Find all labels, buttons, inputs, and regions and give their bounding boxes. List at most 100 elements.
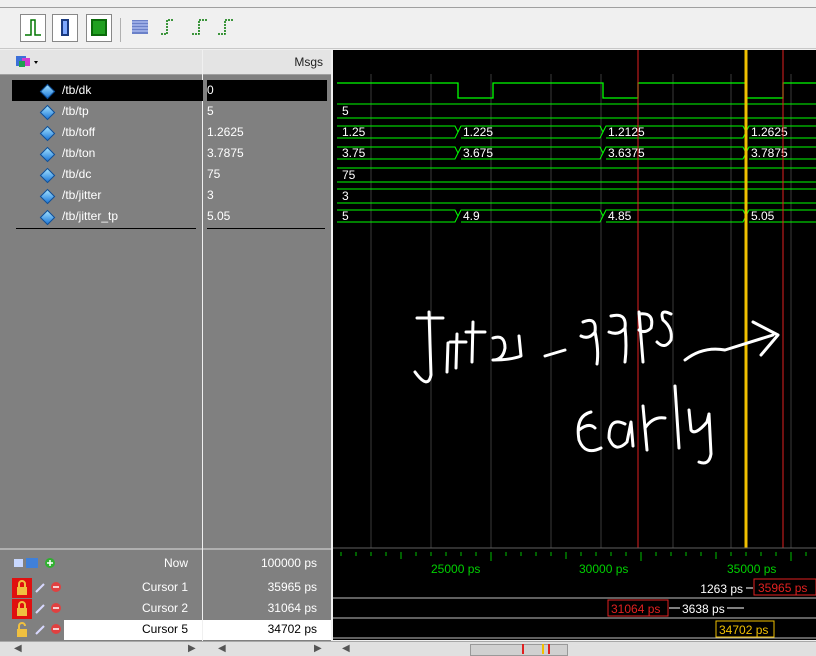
signal-row[interactable]: /tb/toff (36, 122, 196, 143)
signal-diamond-icon (39, 146, 56, 163)
signal-list-end-line (16, 228, 196, 229)
wave-label-dc-0: 75 (342, 168, 356, 182)
msgs-column-title: Msgs (294, 55, 323, 69)
timeline-tick-30000: 30000 ps (579, 562, 628, 576)
signal-name: /tb/tp (62, 104, 89, 118)
wave-label-jitter-tp-0: 5 (342, 209, 349, 223)
name-pane-header (0, 50, 202, 75)
wave-dc[interactable] (337, 167, 816, 183)
wave-label-tp-0: 5 (342, 104, 349, 118)
waveform-canvas[interactable]: 5 1.25 1.225 1.2125 1.2625 3.75 3.675 3.… (333, 50, 816, 640)
cursor-5-label[interactable]: Cursor 5 (100, 622, 188, 636)
signal-diamond-icon (39, 209, 56, 226)
wave-palette-icon[interactable] (16, 55, 42, 72)
cursor-2-label: Cursor 2 (141, 601, 188, 615)
signal-value: 3.7875 (207, 146, 244, 160)
value-list-end-line (207, 228, 325, 229)
signal-diamond-icon (39, 104, 56, 121)
cursor-2-value: 31064 ps (267, 601, 317, 615)
wave-toff[interactable] (337, 125, 816, 139)
signal-value: 75 (207, 167, 221, 181)
signal-row[interactable]: /tb/tp (36, 101, 196, 122)
wave-tp[interactable] (337, 103, 816, 119)
cursor-value-area: 100000 ps 35965 ps 31064 ps 34702 ps (203, 548, 331, 642)
now-value: 100000 ps (260, 556, 317, 570)
cursor-1-tag-text: 35965 ps (758, 581, 807, 595)
signal-name: /tb/toff (62, 125, 96, 139)
now-toolbar-icons[interactable] (14, 556, 60, 573)
wave-label-jitter-tp-3: 5.05 (751, 209, 775, 223)
delta-c2-label: 3638 ps (682, 602, 725, 616)
signal-value: 0 (207, 80, 327, 101)
waveform-pane[interactable]: 5 1.25 1.225 1.2125 1.2625 3.75 3.675 3.… (333, 50, 816, 640)
scroll-cursor-2-marker (522, 644, 524, 654)
cursor-2-tag-text: 31064 ps (611, 602, 660, 616)
cursor-status-area: Now Cursor 1 Cursor 2 Cursor 5 (0, 548, 202, 642)
signal-row[interactable]: /tb/jitter_tp (36, 206, 196, 227)
scroll-left-icon-3[interactable]: ◀ (342, 643, 350, 654)
wave-label-ton-1: 3.675 (463, 146, 493, 160)
bottom-scrollbar[interactable]: ◀ ▶ ◀ ▶ ◀ (0, 641, 816, 656)
now-label: Now (163, 556, 188, 570)
cursor-1-tools-icon[interactable] (34, 580, 64, 597)
wave-label-jitter-tp-2: 4.85 (608, 209, 632, 223)
signal-name: /tb/jitter_tp (62, 209, 119, 223)
wave-format-literal-icon[interactable] (20, 14, 46, 42)
timeline-tick-25000: 25000 ps (431, 562, 480, 576)
wave-pattern-icon[interactable] (128, 14, 152, 40)
wave-label-jitter-tp-1: 4.9 (463, 209, 480, 223)
wave-ton[interactable] (337, 146, 816, 160)
signal-diamond-icon (39, 125, 56, 142)
wave-format-analog-icon[interactable] (86, 14, 112, 42)
scroll-right-icon[interactable]: ▶ (188, 643, 196, 654)
signal-name-pane: /tb/dk/tb/tp/tb/toff/tb/ton/tb/dc/tb/jit… (0, 50, 328, 642)
scroll-cursor-5-marker (542, 644, 544, 654)
time-grid (370, 74, 792, 548)
scroll-left-icon-2[interactable]: ◀ (218, 643, 226, 654)
signal-row[interactable]: /tb/dk (36, 80, 196, 101)
cursor-2-tools-icon[interactable] (34, 601, 64, 618)
fall-edge-icon[interactable] (214, 14, 238, 40)
cursor-2-lock-icon[interactable] (12, 599, 32, 619)
signal-name: /tb/dc (62, 167, 92, 181)
scroll-thumb[interactable] (470, 644, 568, 656)
cursor-1-value: 35965 ps (267, 580, 317, 594)
wave-toolbar (0, 8, 816, 49)
signal-value: 5 (207, 104, 214, 118)
signal-row[interactable]: /tb/ton (36, 143, 196, 164)
signal-row[interactable]: /tb/dc (36, 164, 196, 185)
handwritten-annotation (413, 310, 780, 465)
delta-c1-label: 1263 ps (700, 582, 743, 596)
signal-name: /tb/jitter (62, 188, 102, 202)
cursor-5-value: 34702 ps (267, 622, 317, 636)
toolbar-separator (120, 18, 121, 42)
wave-format-logic-icon[interactable] (52, 14, 78, 42)
wave-label-toff-3: 1.2625 (751, 125, 788, 139)
scroll-right-icon-2[interactable]: ▶ (314, 643, 322, 654)
rise-edge-icon[interactable] (188, 14, 212, 40)
signal-name: /tb/ton (62, 146, 96, 160)
scroll-cursor-1-marker (548, 644, 550, 654)
cursor-5-tools-icon[interactable] (34, 622, 64, 639)
cursor-5-unlock-icon[interactable] (14, 622, 34, 641)
scroll-left-icon[interactable]: ◀ (14, 643, 22, 654)
step-edge-icon[interactable] (156, 14, 180, 40)
signal-value-pane: Msgs 0 5 1.2625 3.7875 75 3 5.05 100000 ps 359… (203, 50, 331, 642)
wave-jitter-tp[interactable] (337, 209, 816, 223)
signal-name: /tb/dk (62, 83, 92, 97)
cursor-1-lock-icon[interactable] (12, 578, 32, 598)
wave-label-toff-0: 1.25 (342, 125, 366, 139)
wave-label-ton-3: 3.7875 (751, 146, 788, 160)
signal-value: 3 (207, 188, 214, 202)
signal-row[interactable]: /tb/jitter (36, 185, 196, 206)
signal-value: 1.2625 (207, 125, 244, 139)
wave-label-toff-1: 1.225 (463, 125, 493, 139)
cursor-5-tag-text: 34702 ps (719, 623, 768, 637)
window-top-strip (0, 0, 816, 8)
wave-clk[interactable] (337, 82, 816, 99)
wave-jitter[interactable] (337, 188, 816, 204)
value-pane-header: Msgs (203, 50, 331, 75)
wave-label-ton-2: 3.6375 (608, 146, 645, 160)
timeline-tick-35000: 35000 ps (727, 562, 776, 576)
wave-label-ton-0: 3.75 (342, 146, 366, 160)
